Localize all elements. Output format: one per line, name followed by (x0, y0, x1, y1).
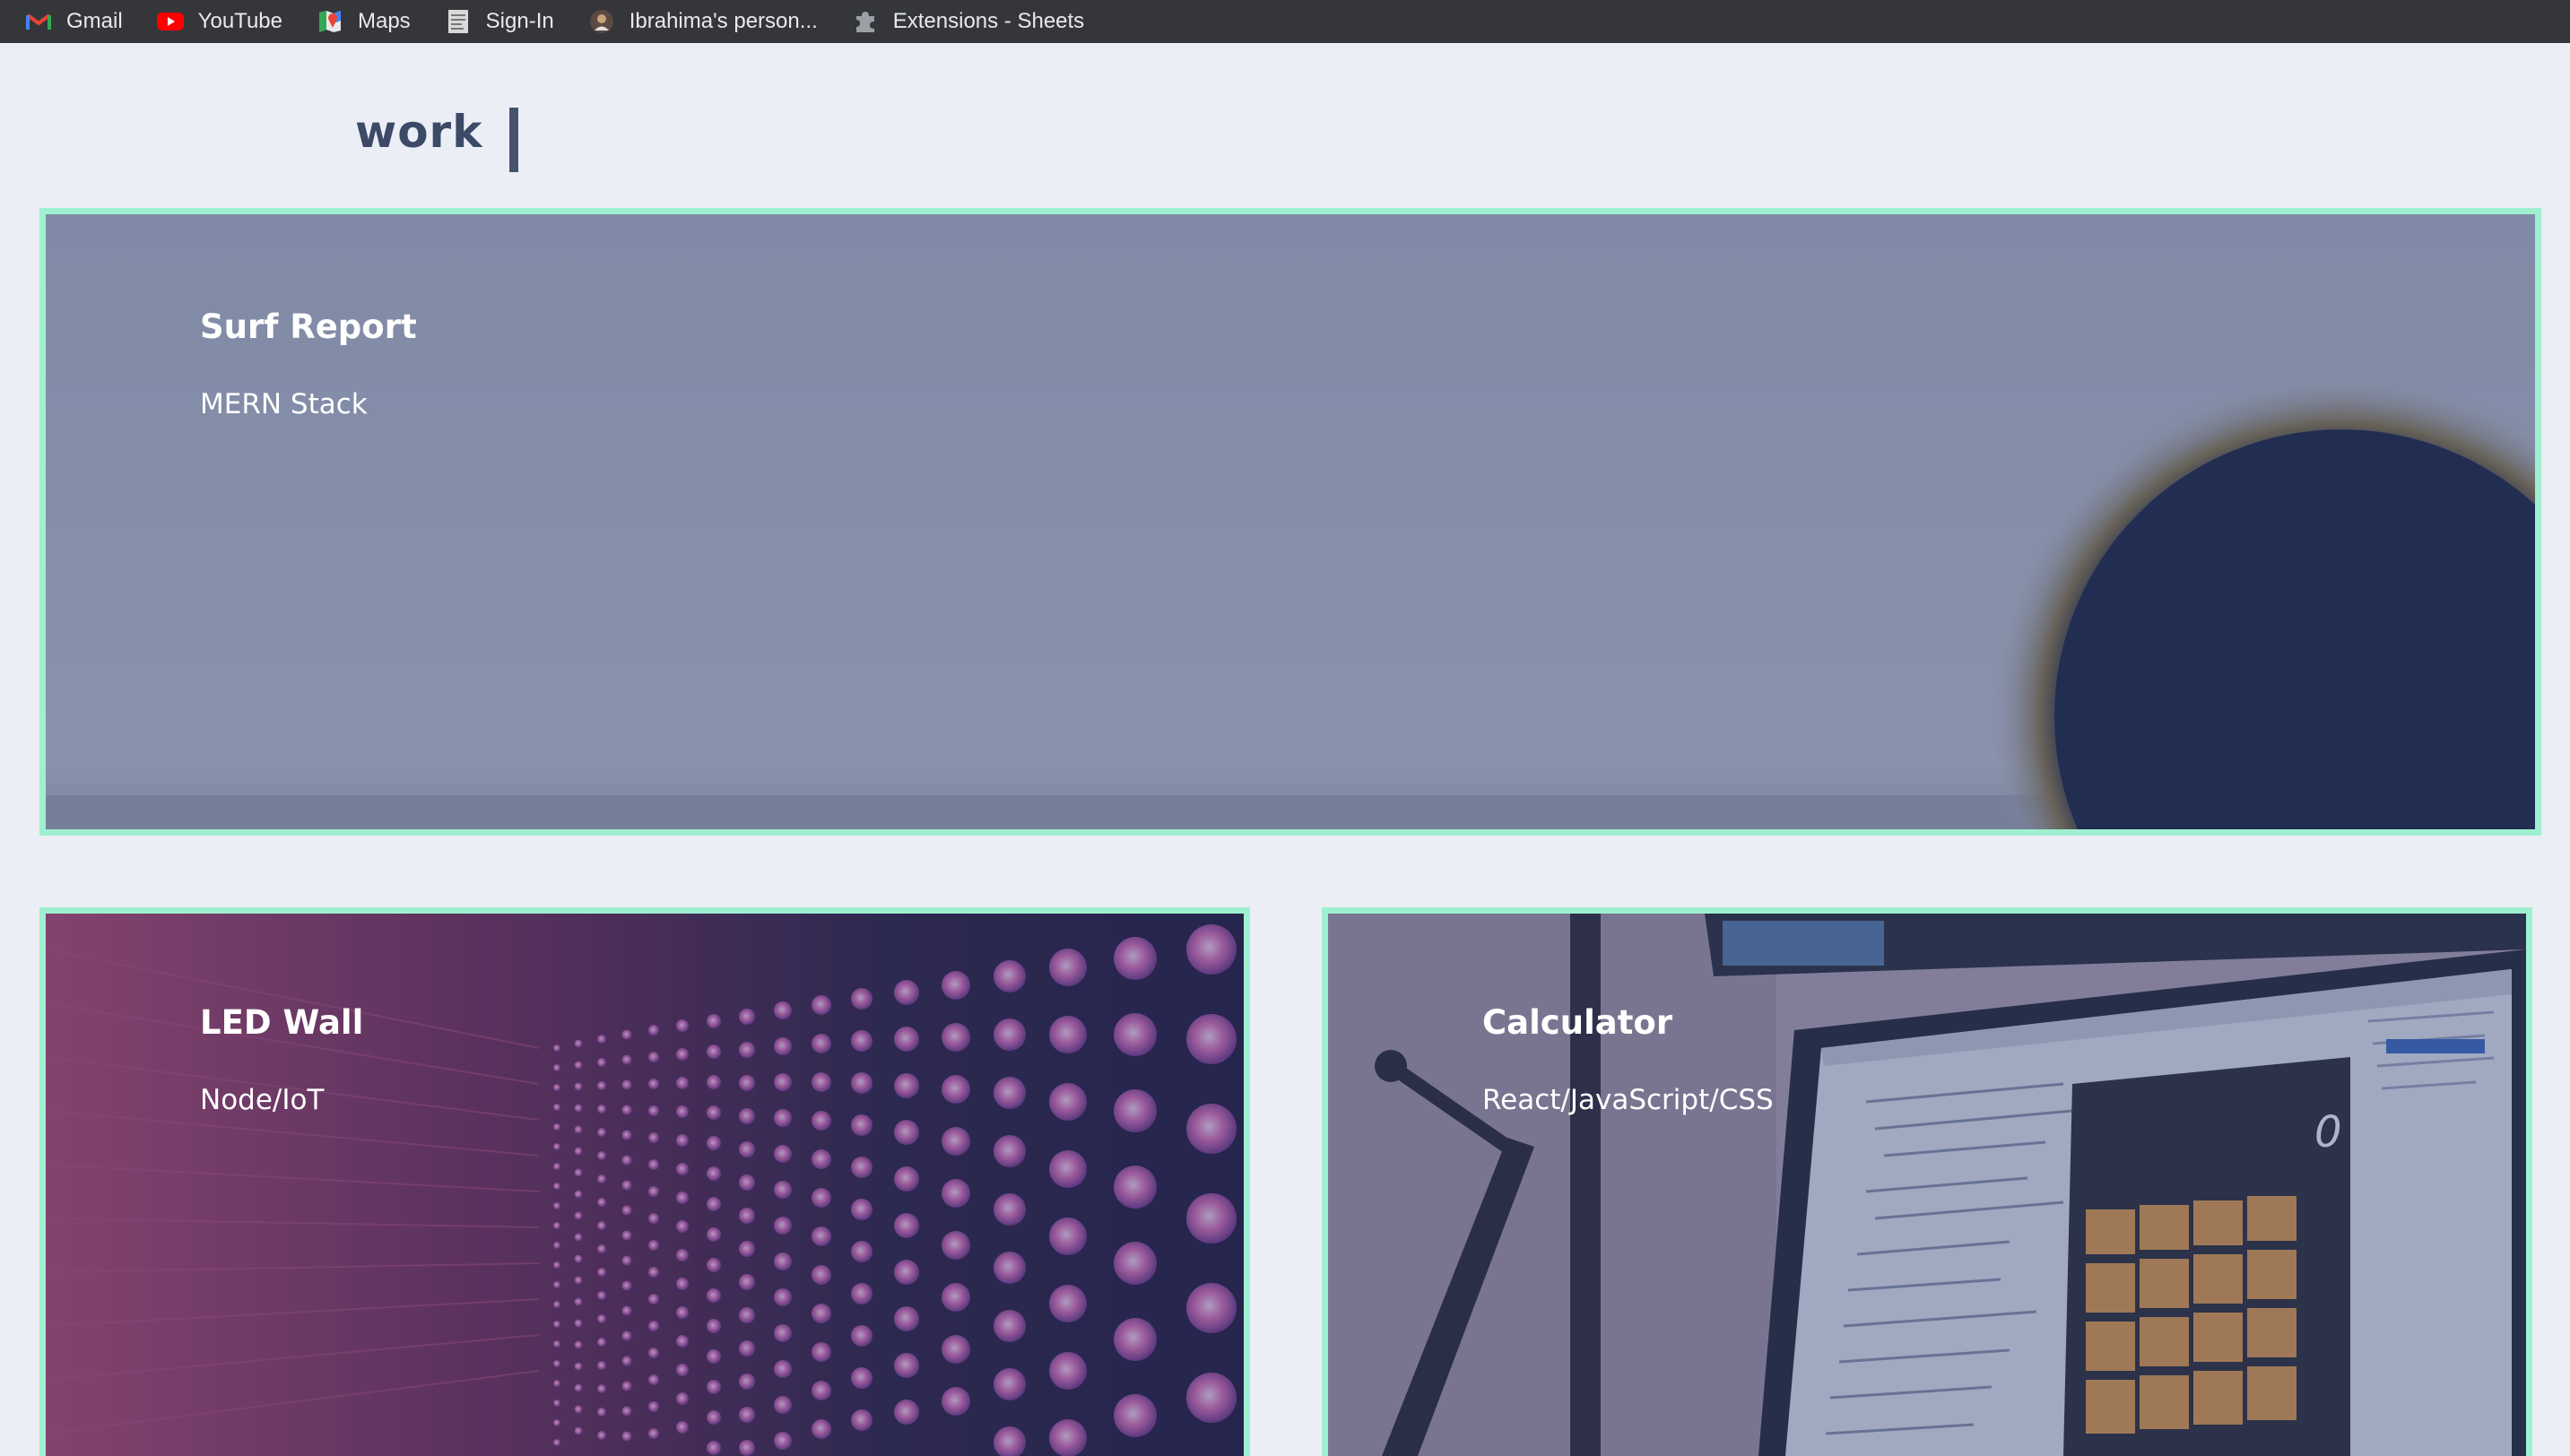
project-card-calculator[interactable]: 0 Calculator React/JavaScript/CSS (1322, 907, 2532, 1456)
bookmark-label: Sign-In (485, 9, 554, 33)
maps-icon (317, 8, 343, 35)
gmail-icon (25, 8, 52, 35)
bookmark-label: Extensions - Sheets (892, 9, 1085, 33)
project-title: LED Wall (200, 1003, 364, 1042)
project-stack: Node/IoT (200, 1084, 325, 1116)
bookmark-maps[interactable]: Maps (317, 0, 411, 43)
typing-cursor (509, 108, 518, 172)
bookmark-sign-in[interactable]: Sign-In (445, 0, 554, 43)
project-title: Calculator (1482, 1003, 1673, 1042)
project-card-led-wall[interactable]: LED Wall Node/IoT (39, 907, 1250, 1456)
youtube-icon (156, 8, 184, 35)
profile-avatar-icon (588, 8, 615, 35)
card-overlay (46, 914, 1244, 1456)
card-overlay (46, 214, 2535, 829)
puzzle-piece-icon (852, 8, 879, 35)
bookmark-youtube[interactable]: YouTube (156, 0, 282, 43)
bookmarks-bar: Gmail YouTube Maps Sign-In Ibrahima's pe… (0, 0, 2570, 43)
bookmark-label: Ibrahima's person... (629, 9, 818, 33)
bookmark-gmail[interactable]: Gmail (25, 0, 123, 43)
project-title: Surf Report (200, 308, 417, 346)
project-stack: React/JavaScript/CSS (1482, 1084, 1774, 1116)
bookmark-label: Gmail (66, 9, 123, 33)
project-card-surf-report[interactable]: Surf Report MERN Stack (39, 208, 2541, 836)
bookmark-label: Maps (357, 9, 411, 33)
project-stack: MERN Stack (200, 388, 368, 420)
bookmark-label: YouTube (197, 9, 282, 33)
page-heading: work (355, 106, 518, 172)
document-icon (445, 8, 472, 35)
page-title: work (355, 106, 483, 158)
card-overlay (1328, 914, 2526, 1456)
bookmark-profile[interactable]: Ibrahima's person... (588, 0, 818, 43)
bookmark-extensions-sheets[interactable]: Extensions - Sheets (852, 0, 1084, 43)
